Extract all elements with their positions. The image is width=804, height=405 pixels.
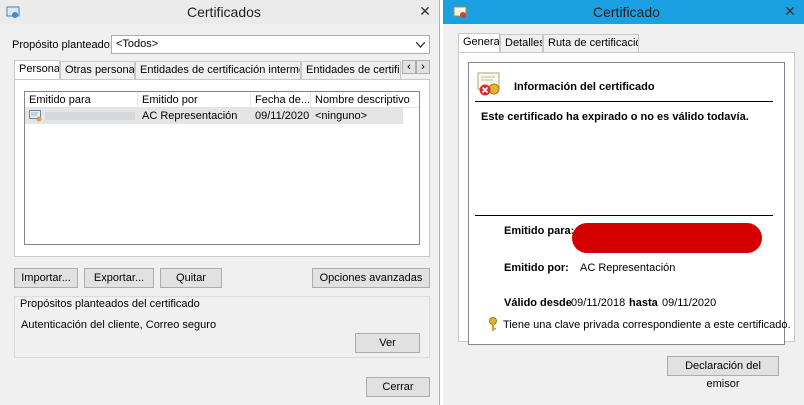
- tab-ruta-certificacion[interactable]: Ruta de certificación: [543, 34, 639, 52]
- invalid-certificate-icon: [477, 72, 500, 96]
- certificate-icon: [29, 110, 42, 122]
- tab-entidades-intermedias-label: Entidades de certificación intermedias: [140, 64, 300, 76]
- column-header-nombre[interactable]: Nombre descriptivo: [311, 92, 421, 108]
- redacted-issued-to: [572, 223, 762, 253]
- tab-scroll-right-button[interactable]: ›: [416, 60, 430, 74]
- valid-from-label: Válido desde: [504, 297, 572, 309]
- private-key-text: Tiene una clave privada correspondiente …: [503, 319, 791, 331]
- divider-top: [475, 101, 773, 102]
- tab-detalles[interactable]: Detalles: [500, 34, 543, 52]
- tab-detalles-label: Detalles: [505, 37, 543, 49]
- valid-from-value: 09/11/2018: [571, 297, 626, 309]
- window-title: Certificado: [593, 4, 660, 20]
- issued-by-label: Emitido por:: [504, 262, 569, 274]
- view-button[interactable]: Ver: [355, 333, 420, 353]
- tab-otras-personas-label: Otras personas: [65, 64, 135, 76]
- list-header: Emitido para Emitido por Fecha de... Nom…: [25, 92, 419, 108]
- certificates-app-icon: [6, 6, 20, 18]
- info-title: Información del certificado: [514, 81, 655, 93]
- window-title: Certificados: [187, 4, 261, 20]
- purposes-group-label: Propósitos planteados del certificado: [20, 298, 200, 310]
- purpose-label: Propósito planteado:: [12, 39, 113, 51]
- tab-general-label: General: [463, 36, 500, 48]
- issued-to-label: Emitido para:: [504, 225, 575, 237]
- key-icon: [489, 317, 497, 331]
- row-friendly-name: <ninguno>: [315, 110, 367, 122]
- export-button[interactable]: Exportar...: [84, 268, 154, 288]
- row-date: 09/11/2020: [255, 110, 310, 122]
- column-header-emitido-por[interactable]: Emitido por: [138, 92, 251, 108]
- valid-to-value: 09/11/2020: [662, 297, 717, 309]
- tab-entidades-raiz-label: Entidades de certificaci: [306, 64, 400, 76]
- row-issued-to: [45, 108, 135, 124]
- close-window-icon[interactable]: ✕: [776, 0, 804, 22]
- certificates-window: Certificados ✕ Propósito planteado: <Tod…: [0, 0, 440, 405]
- purposes-group: Propósitos planteados del certificado Au…: [14, 296, 430, 358]
- close-button[interactable]: Cerrar: [366, 377, 430, 397]
- divider-mid: [475, 215, 773, 216]
- certificates-titlebar[interactable]: Certificados ✕: [0, 0, 439, 24]
- row-issued-by: AC Representación: [142, 110, 238, 122]
- purpose-dropdown[interactable]: <Todos>: [111, 35, 430, 54]
- tab-scroll-left-button[interactable]: ‹: [402, 60, 416, 74]
- tab-ruta-certificacion-label: Ruta de certificación: [548, 37, 639, 49]
- column-header-emitido-para[interactable]: Emitido para: [25, 92, 138, 108]
- purpose-dropdown-value: <Todos>: [116, 38, 159, 50]
- certificate-window: Certificado ✕ General Detalles Ruta de c…: [443, 0, 804, 405]
- purposes-text: Autenticación del cliente, Correo seguro: [21, 319, 217, 331]
- issuer-statement-button[interactable]: Declaración del emisor: [667, 356, 779, 390]
- certificate-titlebar[interactable]: Certificado ✕: [443, 0, 804, 24]
- close-window-icon[interactable]: ✕: [411, 0, 439, 22]
- certificate-info-box: Información del certificado Este certifi…: [468, 62, 791, 345]
- chevron-down-icon: [416, 42, 425, 48]
- tab-personal-label: Personal: [19, 63, 60, 75]
- table-row[interactable]: AC Representación 09/11/2020 <ninguno>: [25, 108, 403, 124]
- certificate-list[interactable]: Emitido para Emitido por Fecha de... Nom…: [24, 91, 420, 245]
- import-button[interactable]: Importar...: [14, 268, 78, 288]
- advanced-options-button[interactable]: Opciones avanzadas: [312, 268, 430, 288]
- tab-otras-personas[interactable]: Otras personas: [60, 61, 135, 79]
- certificate-app-icon: [453, 6, 467, 18]
- status-text: Este certificado ha expirado o no es vál…: [481, 111, 749, 123]
- tab-personal[interactable]: Personal: [14, 60, 60, 80]
- valid-to-label: hasta: [629, 297, 658, 309]
- issued-by-value: AC Representación: [580, 262, 676, 274]
- tab-general[interactable]: General: [458, 33, 500, 53]
- remove-button[interactable]: Quitar: [160, 268, 222, 288]
- tab-entidades-raiz[interactable]: Entidades de certificaci: [301, 61, 401, 79]
- column-header-fecha[interactable]: Fecha de...: [251, 92, 311, 108]
- tab-entidades-intermedias[interactable]: Entidades de certificación intermedias: [135, 61, 301, 79]
